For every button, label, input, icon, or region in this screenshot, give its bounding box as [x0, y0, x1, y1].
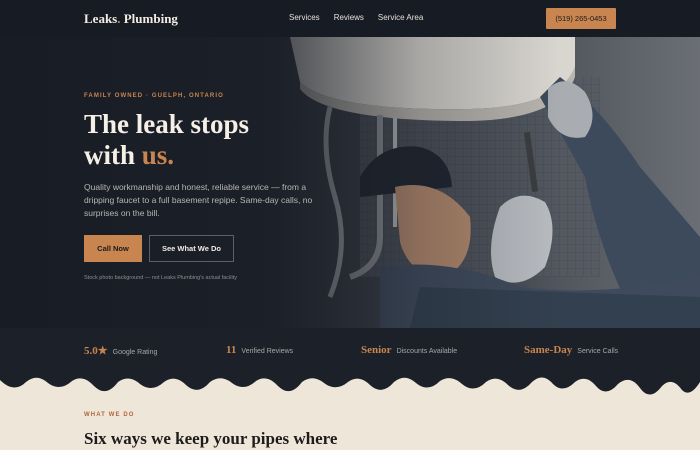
services-eyebrow: WHAT WE DO	[84, 412, 135, 418]
hero-title-line2: with us.	[84, 140, 249, 171]
drip-divider	[0, 368, 700, 395]
stat-value: Senior	[361, 344, 392, 356]
logo-main: Leaks	[84, 11, 118, 26]
see-what-we-do-button[interactable]: See What We Do	[149, 235, 234, 262]
stat-rating: 5.0★ Google Rating	[84, 344, 157, 357]
stat-label: Service Calls	[577, 348, 619, 355]
stat-label: Discounts Available	[396, 348, 458, 355]
stock-photo-note: Stock photo background — not Leaks Plumb…	[84, 275, 237, 281]
call-now-button[interactable]: Call Now	[84, 235, 142, 262]
stat-discounts: Senior Discounts Available	[361, 344, 457, 356]
stat-value: 11	[226, 344, 237, 356]
hero-title-line1: The leak stops	[84, 109, 250, 139]
phone-button[interactable]: (519) 265-0453	[546, 8, 616, 29]
nav-links: Services Reviews Service Area	[289, 13, 423, 22]
top-nav: Leaks. Plumbing Services Reviews Service…	[0, 0, 700, 37]
hero-title: The leak stops with us.	[84, 109, 249, 171]
hero-eyebrow: FAMILY OWNED · GUELPH, ONTARIO	[84, 93, 224, 99]
stat-same-day: Same-Day Service Calls	[524, 344, 618, 356]
stat-reviews: 11 Verified Reviews	[226, 344, 293, 356]
stat-label: Google Rating	[112, 349, 158, 356]
stat-value: Same-Day	[524, 344, 573, 356]
hero-title-line2-start: with	[84, 140, 142, 170]
stat-label: Verified Reviews	[241, 348, 294, 355]
hero-description: Quality workmanship and honest, reliable…	[84, 182, 313, 218]
stats-bar: 5.0★ Google Rating 11 Verified Reviews S…	[0, 328, 700, 372]
logo[interactable]: Leaks. Plumbing	[84, 11, 178, 27]
logo-rest: Plumbing	[120, 11, 178, 26]
nav-link-service-area[interactable]: Service Area	[378, 13, 423, 22]
nav-link-reviews[interactable]: Reviews	[334, 13, 364, 22]
nav-link-services[interactable]: Services	[289, 13, 320, 22]
stat-value: 5.0★	[84, 345, 108, 357]
services-title: Six ways we keep your pipes where	[84, 429, 338, 448]
hero-title-accent: us.	[141, 140, 175, 170]
